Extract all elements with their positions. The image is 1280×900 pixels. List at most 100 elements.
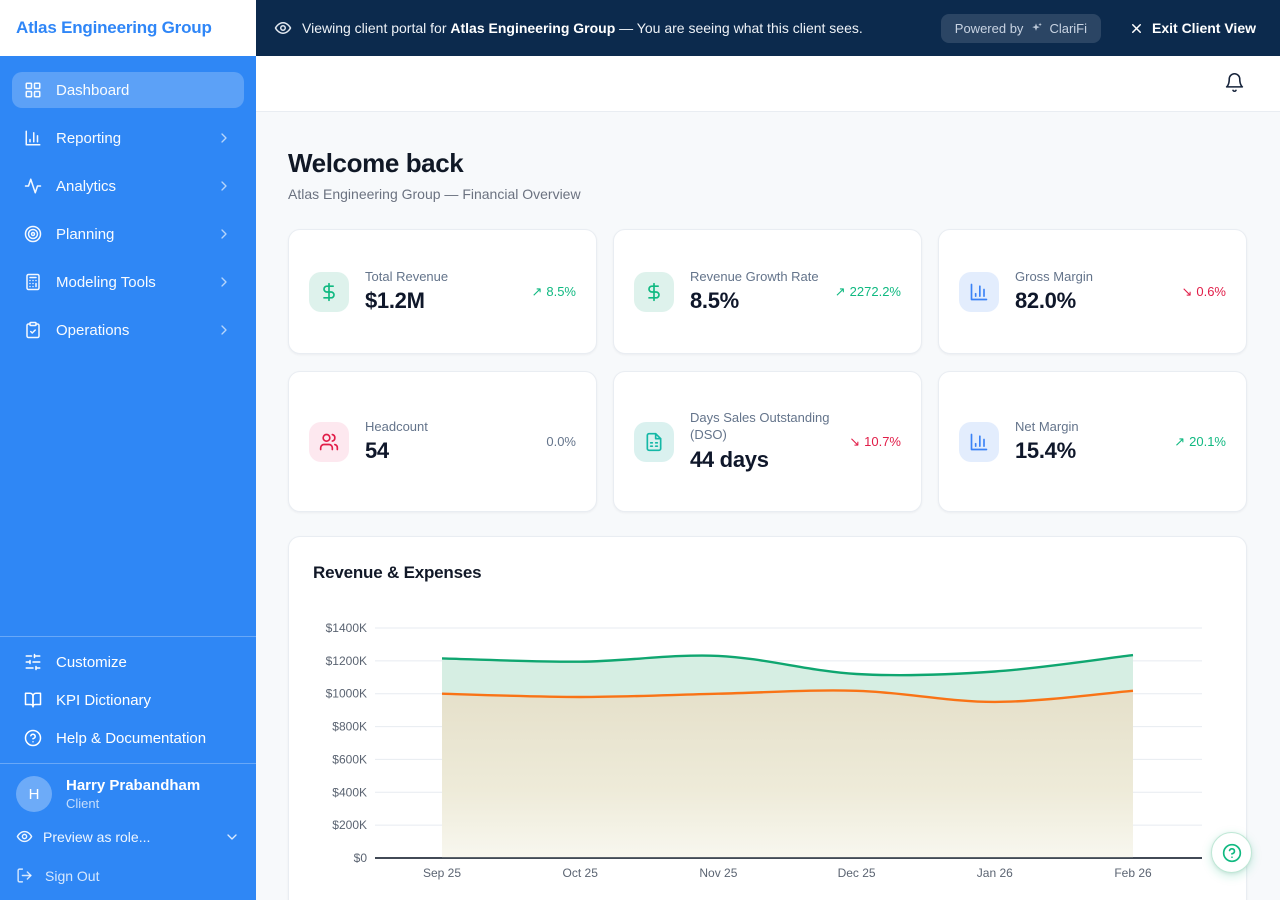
kpi-trend: ↘ 10.7% (849, 433, 901, 449)
kpi-label: Total Revenue (365, 268, 449, 284)
book-open-icon (24, 692, 42, 708)
sidebar-item-label: Planning (56, 225, 115, 243)
svg-text:Oct 25: Oct 25 (563, 866, 599, 880)
client-view-banner: Viewing client portal for Atlas Engineer… (256, 0, 1280, 56)
chevron-right-icon (221, 277, 227, 287)
revenue-expenses-chart-card: Revenue & Expenses $1400K $1200K $1000K $80… (288, 536, 1247, 900)
kpi-card-dso: Days Sales Outstanding (DSO) 44 days ↘ 10.… (613, 371, 922, 512)
file-spreadsheet-icon (634, 421, 674, 462)
revenue-expenses-chart: $1400K $1200K $1000K $800K $600K $400K $200K $0… (326, 621, 1202, 880)
sidebar-item-kpi-dictionary[interactable]: KPI Dictionary (12, 682, 244, 718)
sidebar-item-analytics[interactable]: Analytics (12, 168, 244, 204)
kpi-value: $1.2M (365, 288, 425, 314)
exit-client-view-button[interactable]: Exit Client View (1129, 20, 1256, 36)
sidebar-item-operations[interactable]: Operations (12, 312, 244, 348)
calculator-icon (26, 273, 40, 291)
sidebar-item-modeling-tools[interactable]: Modeling Tools (12, 264, 244, 300)
notifications-button[interactable] (1222, 72, 1246, 96)
trend-arrow-icon: ↗ (834, 283, 846, 299)
page-title: Welcome back (288, 148, 464, 178)
kpi-value: 44 days (690, 446, 769, 472)
kpi-card-total-revenue: Total Revenue $1.2M ↗ 8.5% (288, 229, 597, 354)
page-subtitle: Atlas Engineering Group — Financial Over… (288, 186, 581, 202)
chevron-right-icon (221, 229, 227, 239)
user-section: H Harry Prabandham Client Preview as rol… (0, 763, 256, 900)
kpi-trend: 0.0% (546, 434, 576, 449)
client-view-message: Viewing client portal for Atlas Engineer… (302, 20, 863, 36)
svg-text:Feb 26: Feb 26 (1114, 866, 1152, 880)
kpi-card-revenue-growth-rate: Revenue Growth Rate 8.5% ↗ 2272.2% (613, 229, 922, 354)
trend-arrow-icon: ↗ (1174, 433, 1186, 449)
eye-icon (274, 22, 292, 34)
kpi-card-gross-margin: Gross Margin 82.0% ↘ 0.6% (938, 229, 1247, 354)
kpi-trend: ↗ 20.1% (1174, 433, 1226, 449)
svg-text:Dec 25: Dec 25 (838, 866, 876, 880)
kpi-trend: ↗ 2272.2% (834, 283, 901, 299)
trend-arrow-icon: ↘ (1181, 283, 1193, 299)
chevron-right-icon (221, 181, 227, 191)
help-button[interactable] (1211, 832, 1252, 873)
sidebar-item-dashboard[interactable]: Dashboard (12, 72, 244, 108)
sidebar-item-label: Analytics (56, 177, 117, 195)
kpi-trend: ↘ 0.6% (1181, 283, 1226, 299)
sidebar-item-customize[interactable]: Customize (12, 644, 244, 680)
logo-text: Atlas Engineering Group (16, 18, 212, 37)
kpi-label: Days Sales Outstanding (DSO) (690, 410, 830, 442)
sidebar-item-label: Customize (56, 653, 127, 671)
users-icon (309, 421, 349, 462)
sparkles-icon (1032, 22, 1043, 31)
kpi-value: 15.4% (1015, 438, 1076, 464)
sidebar-item-help-documentation[interactable]: Help & Documentation (12, 720, 244, 756)
help-circle-icon (24, 729, 42, 747)
main-content: Welcome back Atlas Engineering Group — F… (256, 112, 1280, 900)
sidebar-item-planning[interactable]: Planning (12, 216, 244, 252)
bar-chart-icon (959, 271, 999, 312)
brand-name: ClariFi (1049, 20, 1087, 36)
kpi-value: 82.0% (1015, 288, 1076, 314)
kpi-grid: Total Revenue $1.2M ↗ 8.5% Revenue Growth … (288, 229, 1247, 512)
user-name: Harry Prabandham (66, 777, 201, 794)
kpi-value: 8.5% (690, 288, 739, 314)
secondary-nav: Customize KPI Dictionary Help & Document… (0, 636, 256, 763)
powered-by-label: Powered by (954, 20, 1024, 36)
kpi-trend: ↗ 8.5% (531, 283, 576, 299)
svg-text:$1400K: $1400K (326, 621, 367, 635)
chevron-down-icon (227, 833, 237, 840)
sidebar-item-label: Dashboard (56, 81, 130, 99)
powered-by-badge[interactable]: Powered by ClariFi (940, 13, 1101, 43)
preview-as-role-select[interactable]: Preview as role... (16, 828, 240, 845)
chevron-right-icon (221, 133, 227, 143)
sidebar-item-reporting[interactable]: Reporting (12, 120, 244, 156)
trend-arrow-icon: ↗ (531, 283, 543, 299)
sidebar-item-label: Modeling Tools (56, 273, 156, 291)
bar-chart-icon (959, 421, 999, 462)
svg-text:$200K: $200K (332, 818, 367, 832)
logo[interactable]: Atlas Engineering Group (0, 0, 256, 56)
layout-grid-icon (25, 82, 41, 98)
svg-text:Sep 25: Sep 25 (423, 866, 461, 880)
kpi-card-headcount: Headcount 54 0.0% (288, 371, 597, 512)
user-role: Client (66, 796, 100, 811)
sign-out-button[interactable]: Sign Out (16, 867, 240, 884)
svg-text:$600K: $600K (332, 752, 367, 766)
svg-text:Jan 26: Jan 26 (977, 866, 1013, 880)
svg-text:$800K: $800K (332, 720, 367, 734)
dollar-sign-icon (634, 271, 674, 312)
kpi-label: Revenue Growth Rate (690, 268, 819, 284)
chevron-right-icon (221, 325, 227, 335)
sidebar-item-label: Help & Documentation (56, 729, 207, 747)
svg-text:$0: $0 (354, 851, 368, 865)
page-header (256, 56, 1280, 112)
avatar: H (16, 776, 52, 812)
close-icon (1132, 23, 1141, 33)
kpi-value: 54 (365, 438, 389, 464)
sidebar-item-label: Operations (56, 321, 130, 339)
eye-icon (16, 830, 33, 843)
clipboard-check-icon (26, 321, 40, 339)
preview-as-role-label: Preview as role... (43, 828, 151, 845)
log-out-icon (17, 868, 32, 883)
sidebar: Atlas Engineering Group Dashboard Report… (0, 0, 256, 900)
activity-icon (24, 178, 42, 194)
sliders-icon (25, 653, 41, 671)
